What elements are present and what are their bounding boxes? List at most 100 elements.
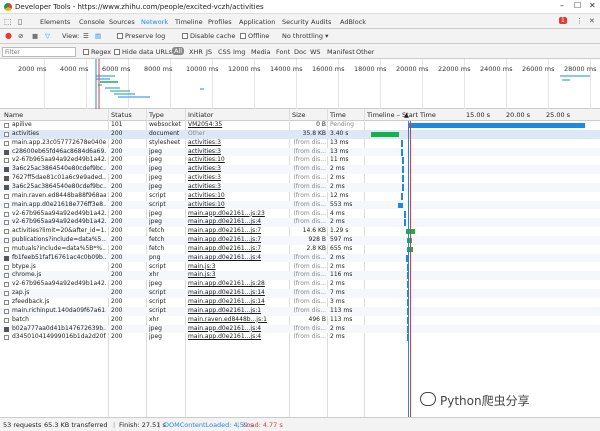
initiator-link[interactable]: activities:10 bbox=[188, 156, 287, 165]
initiator-link[interactable]: activities:3 bbox=[188, 174, 287, 183]
network-overview[interactable]: 2000 ms 4000 ms 6000 ms 8000 ms 10000 ms 1200… bbox=[0, 59, 600, 109]
regex-checkbox[interactable]: Regex bbox=[83, 48, 111, 56]
inspect-element-icon[interactable]: ⬚ bbox=[4, 17, 12, 26]
close-devtools-icon[interactable]: ✕ bbox=[589, 17, 595, 25]
col-size-header[interactable]: Size bbox=[292, 111, 305, 119]
initiator-link[interactable]: main.app.d0e2161...js:7 bbox=[188, 227, 287, 236]
initiator-link[interactable]: main.app.d0e2161...js:23 bbox=[188, 210, 287, 219]
initiator-link[interactable]: activities:10 bbox=[188, 192, 287, 201]
table-row[interactable]: c28600eb65fd46ac8684d6a69... 200 jpeg activ… bbox=[0, 147, 600, 157]
initiator-link[interactable]: activities:3 bbox=[188, 139, 287, 148]
tab-adblock[interactable]: AdBlock bbox=[340, 18, 366, 26]
initiator-link[interactable]: main.app.d0e2161...js:1 bbox=[188, 307, 287, 316]
initiator-link[interactable]: main.app.d0e2161...js:7 bbox=[188, 236, 287, 245]
table-row[interactable]: apilive 101 websocket VM2054:35 0 B Pending bbox=[0, 121, 600, 130]
filter-type-js[interactable]: JS bbox=[206, 48, 212, 56]
table-row[interactable]: batch 200 xhr main.raven.ed8448b...js:1 496 … bbox=[0, 316, 600, 325]
filter-type-css[interactable]: CSS bbox=[218, 48, 231, 56]
table-row[interactable]: 3a6c25ac3864540e80cdef9bc... 200 jpeg activ… bbox=[0, 165, 600, 174]
capture-screenshots-icon[interactable]: ■ bbox=[32, 32, 38, 40]
table-row[interactable]: v2-67b965aa94a92ed49b1a42... 200 jpeg main.… bbox=[0, 280, 600, 289]
table-row[interactable]: b02a777aa0d41b147672639b... 200 jpeg main.a… bbox=[0, 324, 600, 334]
tab-network[interactable]: Network bbox=[141, 18, 168, 26]
initiator-link[interactable]: activities:10 bbox=[188, 201, 287, 210]
filter-type-ws[interactable]: WS bbox=[310, 48, 321, 56]
table-row[interactable]: v2-67b965aa94a92ed49b1a42... 200 jpeg main.… bbox=[0, 210, 600, 219]
table-row[interactable]: zfeedback.js 200 script main.app.d0e2161...… bbox=[0, 298, 600, 307]
filter-type-font[interactable]: Font bbox=[276, 48, 290, 56]
initiator-link[interactable]: main.js:3 bbox=[188, 271, 287, 280]
tab-security[interactable]: Security bbox=[282, 18, 309, 26]
initiator-link[interactable]: main.app.d0e2161...js:14 bbox=[188, 289, 287, 298]
filter-icon[interactable]: ▽ bbox=[45, 32, 50, 40]
filter-type-other[interactable]: Other bbox=[356, 48, 374, 56]
tab-timeline[interactable]: Timeline bbox=[175, 18, 203, 26]
tab-elements[interactable]: Elements bbox=[40, 18, 70, 26]
disable-cache-checkbox[interactable]: Disable cache bbox=[182, 32, 235, 40]
col-type-header[interactable]: Type bbox=[149, 111, 164, 119]
more-menu-icon[interactable]: ⋮ bbox=[576, 17, 583, 25]
filter-type-media[interactable]: Media bbox=[251, 48, 271, 56]
initiator-link[interactable]: main.app.d0e2161...js:4 bbox=[188, 325, 287, 334]
hide-data-urls-checkbox[interactable]: Hide data URLs bbox=[114, 48, 172, 56]
initiator-link[interactable]: main.app.d0e2161...js:4 bbox=[188, 218, 287, 227]
filter-type-xhr[interactable]: XHR bbox=[189, 48, 203, 56]
table-row[interactable]: chrome.js 200 xhr main.js:3 (from dis... 116 … bbox=[0, 271, 600, 281]
filter-type-manifest[interactable]: Manifest bbox=[327, 48, 355, 56]
col-initiator-header[interactable]: Initiator bbox=[188, 111, 213, 119]
initiator-link[interactable]: activities:3 bbox=[188, 148, 287, 157]
device-toolbar-icon[interactable]: ▯ bbox=[18, 17, 22, 26]
filter-input[interactable] bbox=[2, 47, 76, 57]
overview-icon[interactable]: ▤ bbox=[95, 32, 101, 40]
filter-type-doc[interactable]: Doc bbox=[294, 48, 307, 56]
col-time-header[interactable]: Time bbox=[330, 111, 346, 119]
table-row[interactable]: main.raven.ed8448ba88f968aa... 200 script a… bbox=[0, 192, 600, 201]
tab-profiles[interactable]: Profiles bbox=[208, 18, 232, 26]
tab-application[interactable]: Application bbox=[239, 18, 275, 26]
table-row[interactable]: main.app.23c057772678e040e... 200 styleshe… bbox=[0, 139, 600, 148]
error-count-badge[interactable]: 1 bbox=[559, 17, 567, 24]
table-row[interactable]: activities 200 document Other 35.8 KB 3.40 s bbox=[0, 129, 600, 139]
initiator-link[interactable]: main.js:3 bbox=[188, 263, 287, 272]
initiator-link[interactable]: activities:3 bbox=[188, 183, 287, 192]
table-row[interactable]: d345010414999016b1da2d20f... 200 jpeg main.… bbox=[0, 333, 600, 342]
table-row[interactable]: v2-67b965aa94a92ed49b1a42... 200 jpeg activ… bbox=[0, 156, 600, 165]
initiator-link[interactable]: VM2054:35 bbox=[188, 121, 287, 130]
table-row[interactable]: main.app.d0e21618e776ff3e8... 200 script ac… bbox=[0, 200, 600, 210]
initiator-link[interactable]: activities:3 bbox=[188, 165, 287, 174]
table-row[interactable]: main.richinput.140da09f67a61... 200 script… bbox=[0, 306, 600, 316]
preserve-log-checkbox[interactable]: Preserve log bbox=[117, 32, 165, 40]
throttling-select[interactable]: No throttling ▾ bbox=[282, 32, 328, 40]
table-row[interactable]: v2-67b965aa94a92ed49b1a42... 200 jpeg main.… bbox=[0, 218, 600, 228]
tab-sources[interactable]: Sources bbox=[109, 18, 135, 26]
cell-type: script bbox=[149, 298, 166, 305]
offline-checkbox[interactable]: Offline bbox=[240, 32, 269, 40]
table-row[interactable]: mutuals?include=data%5B*%... 200 fetch main… bbox=[0, 245, 600, 254]
col-name-header[interactable]: Name bbox=[4, 111, 23, 119]
clear-icon[interactable]: ⊘ bbox=[18, 32, 23, 40]
close-icon[interactable]: ✕ bbox=[589, 1, 596, 10]
maximize-icon[interactable]: ☐ bbox=[574, 1, 581, 10]
initiator-link[interactable]: main.app.d0e2161...js:7 bbox=[188, 245, 287, 254]
initiator-link[interactable]: main.app.d0e2161...js:4 bbox=[188, 333, 287, 342]
table-row[interactable]: 3a6c25ac3864540e80cdef9bc... 200 jpeg activ… bbox=[0, 182, 600, 192]
tab-audits[interactable]: Audits bbox=[311, 18, 331, 26]
table-row[interactable]: btype.js 200 script main.js:3 (from dis... 2 … bbox=[0, 263, 600, 272]
initiator-link[interactable]: main.raven.ed8448b...js:1 bbox=[188, 316, 287, 325]
table-row[interactable]: zap.js 200 script main.app.d0e2161...js:14 (… bbox=[0, 289, 600, 298]
large-rows-icon[interactable]: ☰ bbox=[83, 32, 89, 40]
table-row[interactable]: fb1feeb51faf16761ac4c0b09b... 200 png main.… bbox=[0, 253, 600, 263]
filter-type-all[interactable]: All bbox=[172, 47, 185, 55]
initiator-link[interactable]: main.app.d0e2161...js:4 bbox=[188, 254, 287, 263]
initiator-link[interactable]: main.app.d0e2161...js:14 bbox=[188, 298, 287, 307]
minimize-icon[interactable]: – bbox=[560, 1, 564, 10]
col-status-header[interactable]: Status bbox=[111, 111, 132, 119]
record-icon[interactable]: ● bbox=[5, 31, 12, 40]
table-row[interactable]: 7627ff5dae81c01a6c9e9aded... 200 jpeg activ… bbox=[0, 174, 600, 183]
initiator-link[interactable]: main.app.d0e2161...js:28 bbox=[188, 280, 287, 289]
filter-type-img[interactable]: Img bbox=[233, 48, 245, 56]
table-row[interactable]: publications?include=data%5... 200 fetch ma… bbox=[0, 236, 600, 245]
tab-console[interactable]: Console bbox=[79, 18, 105, 26]
table-row[interactable]: activities?limit=20&after_id=1... 200 fetc… bbox=[0, 227, 600, 236]
col-waterfall-header[interactable]: Timeline – Start Time bbox=[367, 111, 436, 119]
